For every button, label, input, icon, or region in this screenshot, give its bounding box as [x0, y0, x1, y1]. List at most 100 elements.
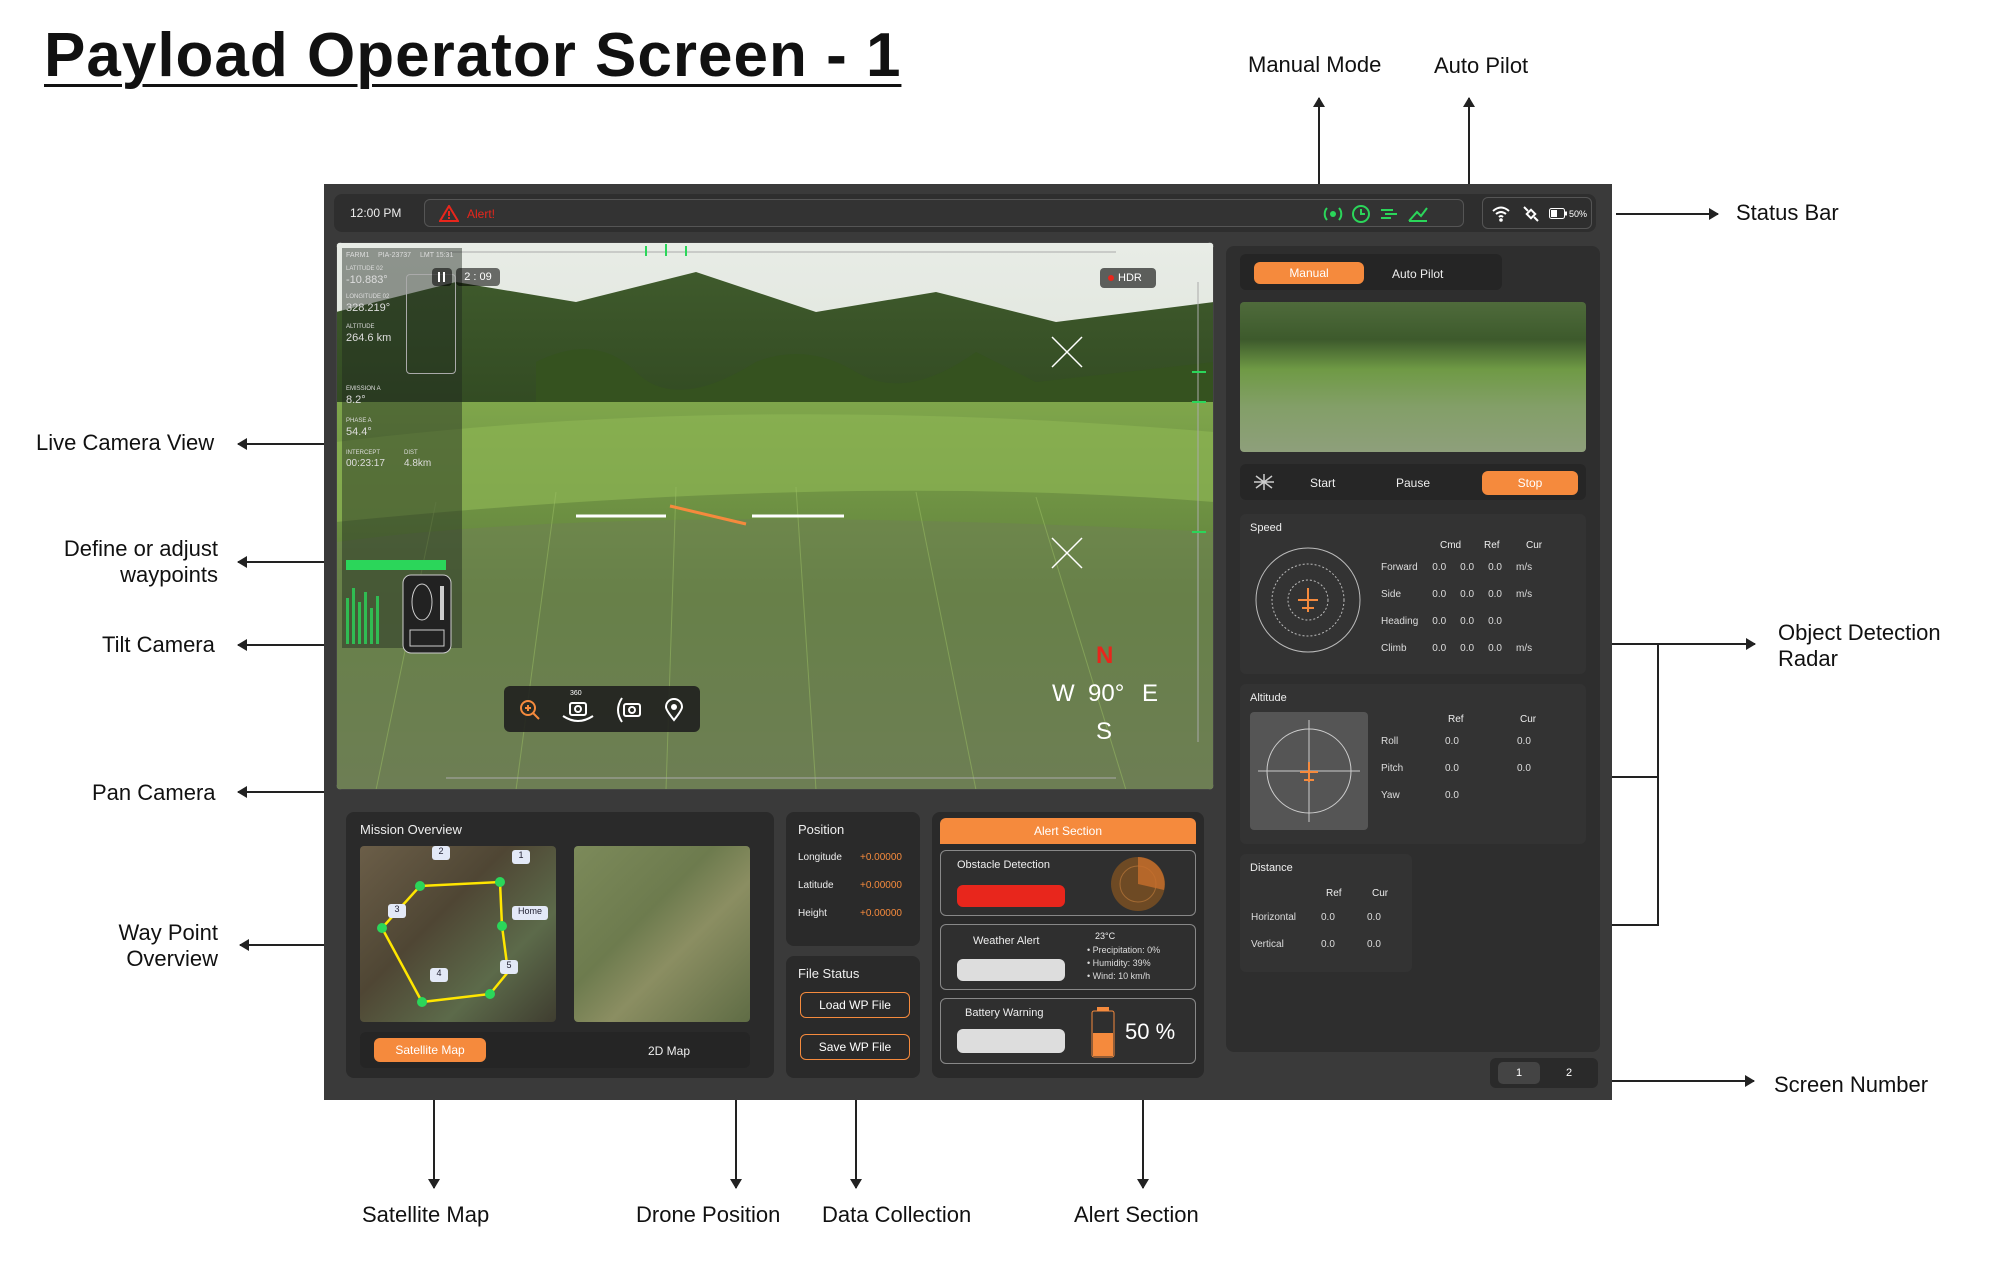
- weather-precip: • Precipitation: 0%: [1087, 945, 1161, 955]
- annotation-tilt-camera: Tilt Camera: [102, 632, 215, 657]
- altitude-header-ref: Ref: [1448, 714, 1464, 725]
- hud-farm: FARM1: [346, 252, 370, 259]
- live-camera-view[interactable]: FARM1 PIA-23737 LMT 15:31 LATITUDE 02 -1…: [336, 242, 1214, 790]
- battery-warning-label: Battery Warning: [965, 1007, 1044, 1019]
- compass-west: W: [1052, 680, 1075, 707]
- file-status-title: File Status: [798, 966, 860, 981]
- satellite-map-button[interactable]: Satellite Map: [374, 1038, 486, 1062]
- arrow-screen-number: [1612, 1075, 1755, 1087]
- stop-button[interactable]: Stop: [1482, 471, 1578, 495]
- distance-row: Vertical 0.0 0.0: [1251, 939, 1381, 950]
- alert-section-title: Alert Section: [940, 818, 1196, 844]
- altitude-header-cur: Cur: [1520, 714, 1537, 725]
- annotation-drone-position: Drone Position: [636, 1202, 781, 1227]
- screen-2-button[interactable]: 2: [1548, 1062, 1590, 1084]
- alert-bar[interactable]: Alert!: [424, 199, 1464, 227]
- hud-intercept: 00:23:17: [346, 458, 385, 469]
- start-button[interactable]: Start: [1310, 476, 1335, 490]
- obstacle-indicator: [957, 885, 1065, 907]
- hud-phase-label: PHASE A: [346, 418, 372, 424]
- waypoint-2[interactable]: 2: [432, 846, 450, 860]
- save-wp-file-button[interactable]: Save WP File: [800, 1034, 910, 1060]
- hud-longitude-label: LONGITUDE 02: [346, 294, 390, 300]
- attitude-indicator: [1250, 712, 1368, 830]
- mission-title: Mission Overview: [360, 822, 462, 837]
- annotation-define-waypoints: Define or adjust waypoints: [63, 536, 218, 587]
- speed-table: Forward 0.0 0.0 0.0 m/s Side 0.0 0.0 0.0 m/s Hea…: [1374, 554, 1539, 662]
- label-360: 360: [570, 690, 582, 697]
- compass-heading: 90°: [1088, 680, 1125, 707]
- altitude-row: Yaw 0.0: [1381, 790, 1459, 801]
- distance-header-ref: Ref: [1326, 888, 1342, 899]
- hud-intercept-label: INTERCEPT: [346, 450, 381, 456]
- tilt-camera-icon[interactable]: [616, 694, 646, 726]
- waypoint-map[interactable]: 2 1 3 4 5 Home: [360, 846, 556, 1022]
- distance-panel: Distance Ref Cur Horizontal 0.0 0.0 Vertic…: [1240, 854, 1412, 972]
- speed-panel: Speed Cmd Ref Cur Forward 0.0 0.0 0.0 m/s Si…: [1240, 514, 1586, 674]
- manual-mode-button[interactable]: Manual: [1254, 262, 1364, 284]
- waypoint-pin-icon[interactable]: [664, 698, 684, 722]
- pause-mission-button[interactable]: Pause: [1396, 476, 1430, 490]
- mode-toggle: Manual Auto Pilot: [1240, 254, 1502, 290]
- waypoint-3[interactable]: 3: [388, 904, 406, 918]
- joystick-icon[interactable]: [402, 574, 452, 654]
- annotation-status-bar: Status Bar: [1736, 200, 1839, 225]
- annotation-satellite-map: Satellite Map: [362, 1202, 490, 1227]
- weather-indicator: [957, 959, 1065, 981]
- waypoint-4[interactable]: 4: [430, 968, 448, 982]
- hud-latitude-label: LATITUDE 02: [346, 266, 383, 272]
- wifi-icon: [1492, 206, 1510, 222]
- load-wp-file-button[interactable]: Load WP File: [800, 992, 910, 1018]
- waypoint-5[interactable]: 5: [500, 960, 518, 974]
- file-status-panel: File Status Load WP File Save WP File: [786, 956, 920, 1078]
- latitude-value: +0.00000: [860, 880, 902, 891]
- annotation-screen-number: Screen Number: [1774, 1072, 1929, 1097]
- obstacle-radar-icon: [1111, 857, 1165, 911]
- hud-latitude: -10.883°: [346, 274, 388, 286]
- auto-pilot-button[interactable]: Auto Pilot: [1392, 267, 1443, 281]
- status-bar: 12:00 PM Alert! 50%: [334, 194, 1596, 232]
- secondary-camera-view[interactable]: [1240, 302, 1586, 452]
- arrow-data-collection: [850, 1086, 862, 1189]
- map-2d-button[interactable]: 2D Map: [648, 1044, 690, 1058]
- pan-camera-icon[interactable]: [560, 698, 596, 726]
- hud-threshold-bar: [346, 560, 446, 570]
- distance-title: Distance: [1250, 862, 1293, 874]
- waypoint-home[interactable]: Home: [512, 906, 548, 920]
- screen-1-button[interactable]: 1: [1498, 1062, 1540, 1084]
- hud-altitude-label: ALTITUDE: [346, 324, 375, 330]
- battery-percent: 50%: [1569, 209, 1588, 219]
- diagram-root: Payload Operator Screen - 1 Manual Mode …: [0, 0, 2000, 1284]
- screen-number-switch: 1 2: [1490, 1058, 1598, 1088]
- weather-alert-card: Weather Alert 23°C • Precipitation: 0% •…: [940, 924, 1196, 990]
- pause-button[interactable]: [432, 268, 452, 286]
- speed-row: Climb 0.0 0.0 0.0 m/s: [1381, 643, 1533, 654]
- weather-label: Weather Alert: [973, 935, 1040, 947]
- hud-phase: 54.4°: [346, 426, 372, 438]
- hdr-toggle[interactable]: HDR: [1100, 268, 1156, 288]
- altitude-row: Pitch 0.0 0.0: [1381, 763, 1531, 774]
- satellite-map-view[interactable]: [574, 846, 750, 1022]
- arrow-status-bar: [1616, 208, 1719, 220]
- system-status-group: 50%: [1482, 197, 1592, 229]
- satellite-icon: [1523, 206, 1539, 222]
- zoom-in-icon[interactable]: [518, 698, 542, 722]
- speed-row: Forward 0.0 0.0 0.0 m/s: [1381, 562, 1533, 573]
- speed-row: Heading 0.0 0.0 0.0: [1381, 616, 1502, 627]
- hud-topo-map: [406, 274, 456, 374]
- right-panel: Manual Auto Pilot Start Pause Stop Speed…: [1226, 246, 1600, 1052]
- alert-section-panel: Alert Section Obstacle Detection Weather…: [932, 812, 1204, 1078]
- distance-header-cur: Cur: [1372, 888, 1389, 899]
- mission-overview-panel: Mission Overview 2 1 3 4 5 Home Satellit…: [346, 812, 774, 1078]
- obstacle-label: Obstacle Detection: [957, 859, 1050, 871]
- battery-warning-card: Battery Warning 50 %: [940, 998, 1196, 1064]
- annotation-alert-section: Alert Section: [1074, 1202, 1199, 1227]
- clock: 12:00 PM: [350, 206, 402, 220]
- obstacle-detection-card: Obstacle Detection: [940, 850, 1196, 916]
- hud-dist-label: DIST: [404, 450, 418, 456]
- distance-table: Horizontal 0.0 0.0 Vertical 0.0 0.0: [1244, 904, 1388, 958]
- waypoint-1[interactable]: 1: [512, 850, 530, 864]
- latitude-label: Latitude: [798, 880, 834, 891]
- distance-row: Horizontal 0.0 0.0: [1251, 912, 1381, 923]
- drone-icon: [1254, 474, 1274, 490]
